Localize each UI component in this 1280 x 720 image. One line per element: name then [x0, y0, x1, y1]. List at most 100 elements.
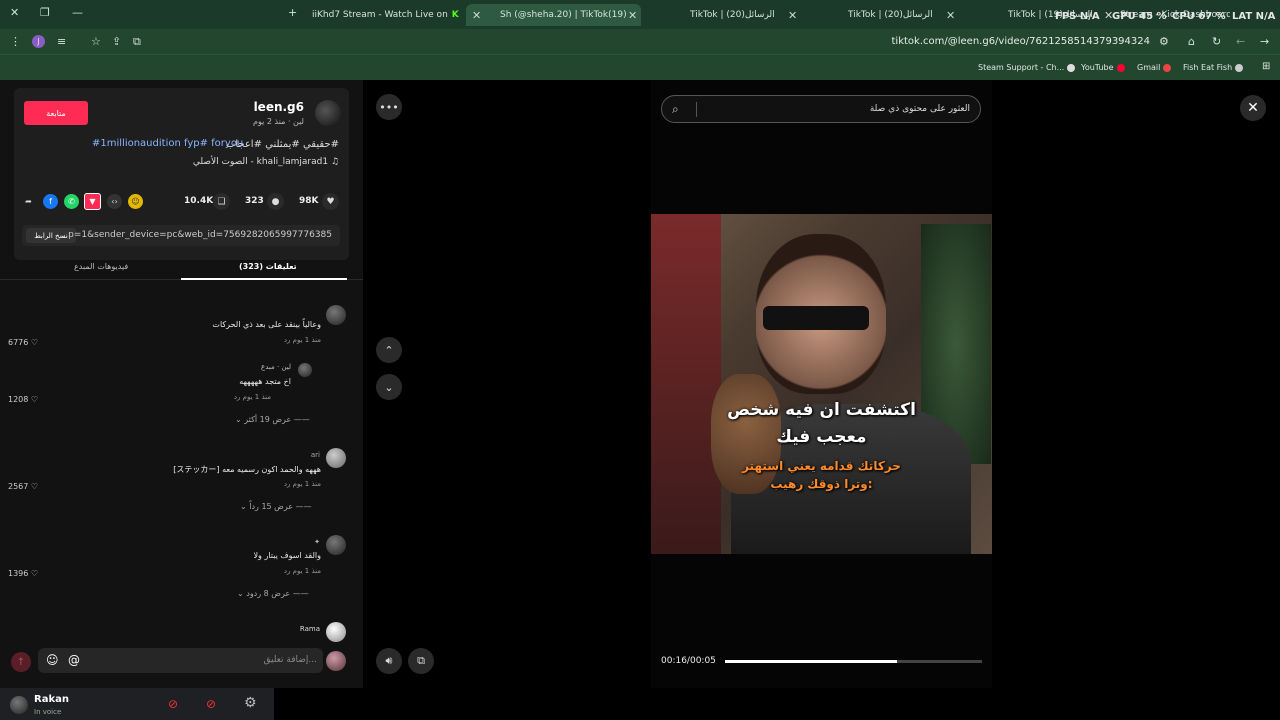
comment-avatar[interactable]: [326, 448, 346, 468]
settings-gear-icon[interactable]: ⚙: [244, 695, 257, 711]
snapchat-icon[interactable]: ☺: [128, 194, 143, 209]
link-box: نسخ الرابط ...p=1&sender_device=pc&web_i…: [22, 225, 340, 246]
close-icon[interactable]: ✕: [1240, 95, 1266, 121]
site-settings-icon[interactable]: ⚙: [1159, 35, 1169, 48]
apps-grid-icon[interactable]: ⊞: [1262, 61, 1270, 72]
bookmark-steam-support[interactable]: Steam Support - Ch...: [978, 63, 1076, 72]
gpu-readout: GPU 45 %: [1112, 11, 1167, 22]
minimize-window-icon[interactable]: —: [72, 6, 83, 19]
bookmark-gmail[interactable]: Gmail: [1137, 63, 1172, 72]
comment-likes[interactable]: 6776 ♡: [8, 338, 38, 347]
reply-likes[interactable]: 1208 ♡: [8, 395, 38, 404]
embed-icon[interactable]: ‹›: [107, 194, 122, 209]
heart-icon[interactable]: ♥: [322, 193, 339, 210]
tab-tiktok-messages-1[interactable]: ✕ TikTok | (20)الرسائل: [626, 4, 776, 26]
video-progress-bar[interactable]: [725, 660, 982, 663]
tab-tiktok-sheha[interactable]: ✕ Sh (@sheha.20) | TikTok(19): [466, 4, 641, 26]
video-caption-line-4: وترا ذوقك رهيب:: [770, 477, 873, 491]
view-more-replies[interactable]: ⌄ عرض 19 أكثر ——: [235, 415, 310, 424]
discord-avatar[interactable]: [10, 696, 28, 714]
emoji-icon[interactable]: ☺: [46, 653, 59, 667]
post-hashtags[interactable]: #1millionaudition fyp# foryou: [92, 138, 243, 149]
share-page-icon[interactable]: ⇪: [112, 35, 121, 48]
close-tab-icon[interactable]: ✕: [788, 9, 797, 22]
tab-tiktok-messages-2[interactable]: ✕ TikTok | (20)الرسائل: [784, 4, 934, 26]
comment-author[interactable]: Rama: [300, 625, 320, 633]
globe-icon: [1235, 63, 1244, 72]
reading-list-icon[interactable]: ≡: [57, 35, 66, 48]
tab-creator-videos[interactable]: فيديوهات المبدع: [74, 262, 128, 271]
repost-icon[interactable]: ▼: [84, 193, 101, 210]
comment-author[interactable]: ✦: [314, 538, 320, 546]
comment-input[interactable]: ☺ @ إضافة تعليق...: [38, 648, 323, 673]
close-tab-icon[interactable]: ✕: [628, 9, 637, 22]
view-more-replies[interactable]: ⌄ عرض 8 ردود ——: [237, 589, 309, 598]
follow-button[interactable]: متابعة: [24, 101, 88, 125]
video-thumbnail[interactable]: اكتشفت ان فيه شخص معجب فيك حركاتك قدامه …: [651, 214, 992, 554]
install-app-icon[interactable]: ⧉: [133, 35, 141, 49]
heart-outline-icon: ♡: [30, 395, 39, 404]
action-row: ➦ f ✆ ▼ ‹› ☺ 10.4K ❏ 323 ● 98K ♥: [14, 193, 349, 213]
whatsapp-icon[interactable]: ✆: [64, 194, 79, 209]
next-video-icon[interactable]: ⌄: [376, 374, 402, 400]
volume-icon[interactable]: 🔊︎: [376, 648, 402, 674]
new-tab-icon[interactable]: +: [288, 6, 297, 19]
close-tab-icon[interactable]: ✕: [472, 9, 481, 22]
post-sound[interactable]: الصوت الأصلي - khali_lamjarad1 ♫: [193, 157, 339, 167]
reload-icon[interactable]: ↻: [1212, 35, 1221, 48]
reply-meta: منذ 1 يوم رد: [233, 393, 271, 401]
url-field[interactable]: tiktok.com/@leen.g6/video/76212585143793…: [892, 36, 1150, 47]
send-comment-button[interactable]: ↑: [11, 652, 31, 672]
previous-video-icon[interactable]: ⌃: [376, 337, 402, 363]
tab-title: iiKhd7 Stream - Watch Live on: [312, 10, 448, 20]
tab-title: TikTok | (20)الرسائل: [848, 10, 933, 20]
tab-comments[interactable]: (323) تعليقات: [239, 262, 297, 271]
comment-avatar[interactable]: [326, 622, 346, 642]
video-caption-line-1: اكتشفت ان فيه شخص: [727, 400, 916, 420]
close-window-icon[interactable]: ✕: [10, 6, 19, 19]
bookmark-label: Steam Support - Ch...: [978, 63, 1065, 72]
picture-in-picture-icon[interactable]: ⧉: [408, 648, 434, 674]
comment-avatar[interactable]: [326, 535, 346, 555]
tab-title: TikTok | (20)الرسائل: [690, 10, 775, 20]
search-placeholder: العثور على محتوى ذي صلة: [869, 104, 970, 114]
lat-readout: LAT N/A: [1232, 11, 1276, 22]
video-link[interactable]: ...p=1&sender_device=pc&web_id=756928206…: [60, 230, 332, 240]
reply-avatar[interactable]: [298, 363, 312, 377]
comment-author[interactable]: ari: [311, 451, 320, 459]
bookmark-star-icon[interactable]: ☆: [91, 35, 101, 48]
divider: [696, 102, 697, 117]
chevron-down-icon: ⌄: [235, 415, 242, 424]
tab-kick-stream[interactable]: iiKhd7 Stream - Watch Live on K: [312, 4, 460, 26]
discord-voice-panel: Rakan In voice ⊘ ⊘ ⚙: [0, 688, 274, 720]
profile-avatar[interactable]: J: [32, 35, 45, 48]
close-tab-icon[interactable]: ✕: [946, 9, 955, 22]
back-icon[interactable]: ←: [1236, 35, 1245, 48]
bookmark-icon[interactable]: ❏: [213, 193, 230, 210]
comment-likes[interactable]: 2567 ♡: [8, 482, 38, 491]
bookmark-fish-eat-fish[interactable]: Fish Eat Fish: [1183, 63, 1244, 72]
related-search-input[interactable]: ⌕ العثور على محتوى ذي صلة: [661, 95, 981, 123]
comment-avatar[interactable]: [326, 305, 346, 325]
headphones-muted-icon[interactable]: ⊘: [206, 697, 216, 711]
sound-label: الصوت الأصلي - khali_lamjarad1: [192, 157, 329, 167]
comment-meta: منذ 1 يوم رد: [283, 336, 321, 344]
forward-icon[interactable]: →: [1260, 35, 1269, 48]
home-icon[interactable]: ⌂: [1188, 35, 1195, 48]
bookmark-youtube[interactable]: YouTube: [1081, 63, 1125, 72]
post-username[interactable]: leen.g6: [254, 100, 304, 114]
menu-dots-icon[interactable]: ⋮: [10, 35, 21, 48]
share-arrow-icon[interactable]: ➦: [21, 194, 36, 209]
more-options-icon[interactable]: •••: [376, 94, 402, 120]
reply-author[interactable]: لين · مبدع: [261, 363, 291, 371]
mic-muted-icon[interactable]: ⊘: [168, 697, 178, 711]
mention-icon[interactable]: @: [68, 653, 80, 667]
comment-bubble-icon[interactable]: ●: [267, 193, 284, 210]
facebook-icon[interactable]: f: [43, 194, 58, 209]
restore-window-icon[interactable]: ❐: [40, 6, 50, 19]
like-count: 1396: [8, 569, 29, 578]
bookmark-label: Gmail: [1137, 63, 1161, 72]
view-more-replies[interactable]: ⌄ عرض 15 رداً ——: [240, 502, 312, 511]
comment-likes[interactable]: 1396 ♡: [8, 569, 38, 578]
creator-avatar[interactable]: [315, 100, 341, 126]
